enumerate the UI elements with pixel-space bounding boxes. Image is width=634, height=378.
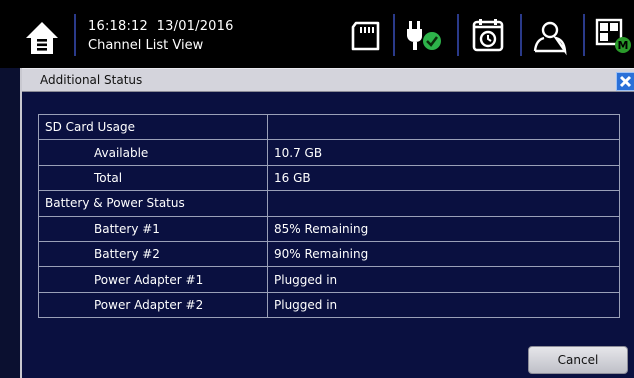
sd-card-button[interactable] — [346, 16, 386, 56]
row-label: Power Adapter #1 — [38, 266, 268, 293]
table-row: Battery & Power Status — [38, 190, 620, 217]
user-button[interactable] — [530, 16, 570, 56]
time-text: 16:18:12 — [88, 19, 148, 34]
date-text: 13/01/2016 — [156, 19, 234, 34]
header-divider — [457, 14, 459, 56]
row-label: Power Adapter #2 — [38, 291, 268, 319]
dialog-title: Additional Status — [40, 73, 143, 87]
cancel-button[interactable]: Cancel — [528, 346, 628, 374]
row-value — [267, 190, 620, 217]
row-value: Plugged in — [267, 266, 620, 293]
layout-grid-icon: M — [595, 18, 631, 53]
table-row: Battery #2 90% Remaining — [38, 240, 620, 268]
row-label: Battery & Power Status — [38, 190, 268, 217]
power-status-button[interactable] — [404, 16, 444, 56]
table-row: Total 16 GB — [38, 164, 620, 192]
power-plug-check-icon — [407, 21, 441, 50]
datetime: 16:18:12 13/01/2016 — [88, 19, 234, 34]
close-icon — [619, 75, 632, 88]
row-value: 85% Remaining — [267, 215, 620, 242]
header-divider — [583, 14, 585, 56]
close-button[interactable] — [616, 72, 634, 91]
row-label: Battery #1 — [38, 215, 268, 242]
alarm-button[interactable] — [468, 16, 508, 56]
header-divider — [74, 14, 76, 56]
row-value — [267, 113, 620, 141]
row-label: Total — [38, 164, 268, 192]
row-value: 10.7 GB — [267, 139, 620, 166]
row-label: SD Card Usage — [38, 113, 268, 141]
header-divider — [520, 14, 522, 56]
row-value: 90% Remaining — [267, 240, 620, 268]
home-icon — [26, 22, 58, 54]
table-row: SD Card Usage — [38, 113, 620, 141]
top-bar: 16:18:12 13/01/2016 Channel List View M — [0, 0, 634, 68]
table-row: Power Adapter #1 Plugged in — [38, 266, 620, 293]
alarm-clock-icon — [472, 19, 504, 52]
row-value: Plugged in — [267, 291, 620, 319]
svg-text:M: M — [618, 39, 629, 52]
row-value: 16 GB — [267, 164, 620, 192]
dialog-title-bar: Additional Status — [22, 68, 634, 92]
table-row: Battery #1 85% Remaining — [38, 215, 620, 242]
sd-card-icon — [351, 21, 380, 51]
row-label: Available — [38, 139, 268, 166]
layout-button[interactable]: M — [594, 16, 634, 56]
view-name: Channel List View — [88, 38, 204, 53]
user-icon — [533, 21, 567, 56]
additional-status-dialog: Additional Status SD Card Usage Availabl… — [20, 68, 634, 378]
header-divider — [393, 14, 395, 56]
status-table: SD Card Usage Available 10.7 GB Total 16… — [38, 113, 620, 319]
home-button[interactable] — [24, 20, 60, 56]
table-row: Power Adapter #2 Plugged in — [38, 291, 620, 319]
row-label: Battery #2 — [38, 240, 268, 268]
table-row: Available 10.7 GB — [38, 139, 620, 166]
